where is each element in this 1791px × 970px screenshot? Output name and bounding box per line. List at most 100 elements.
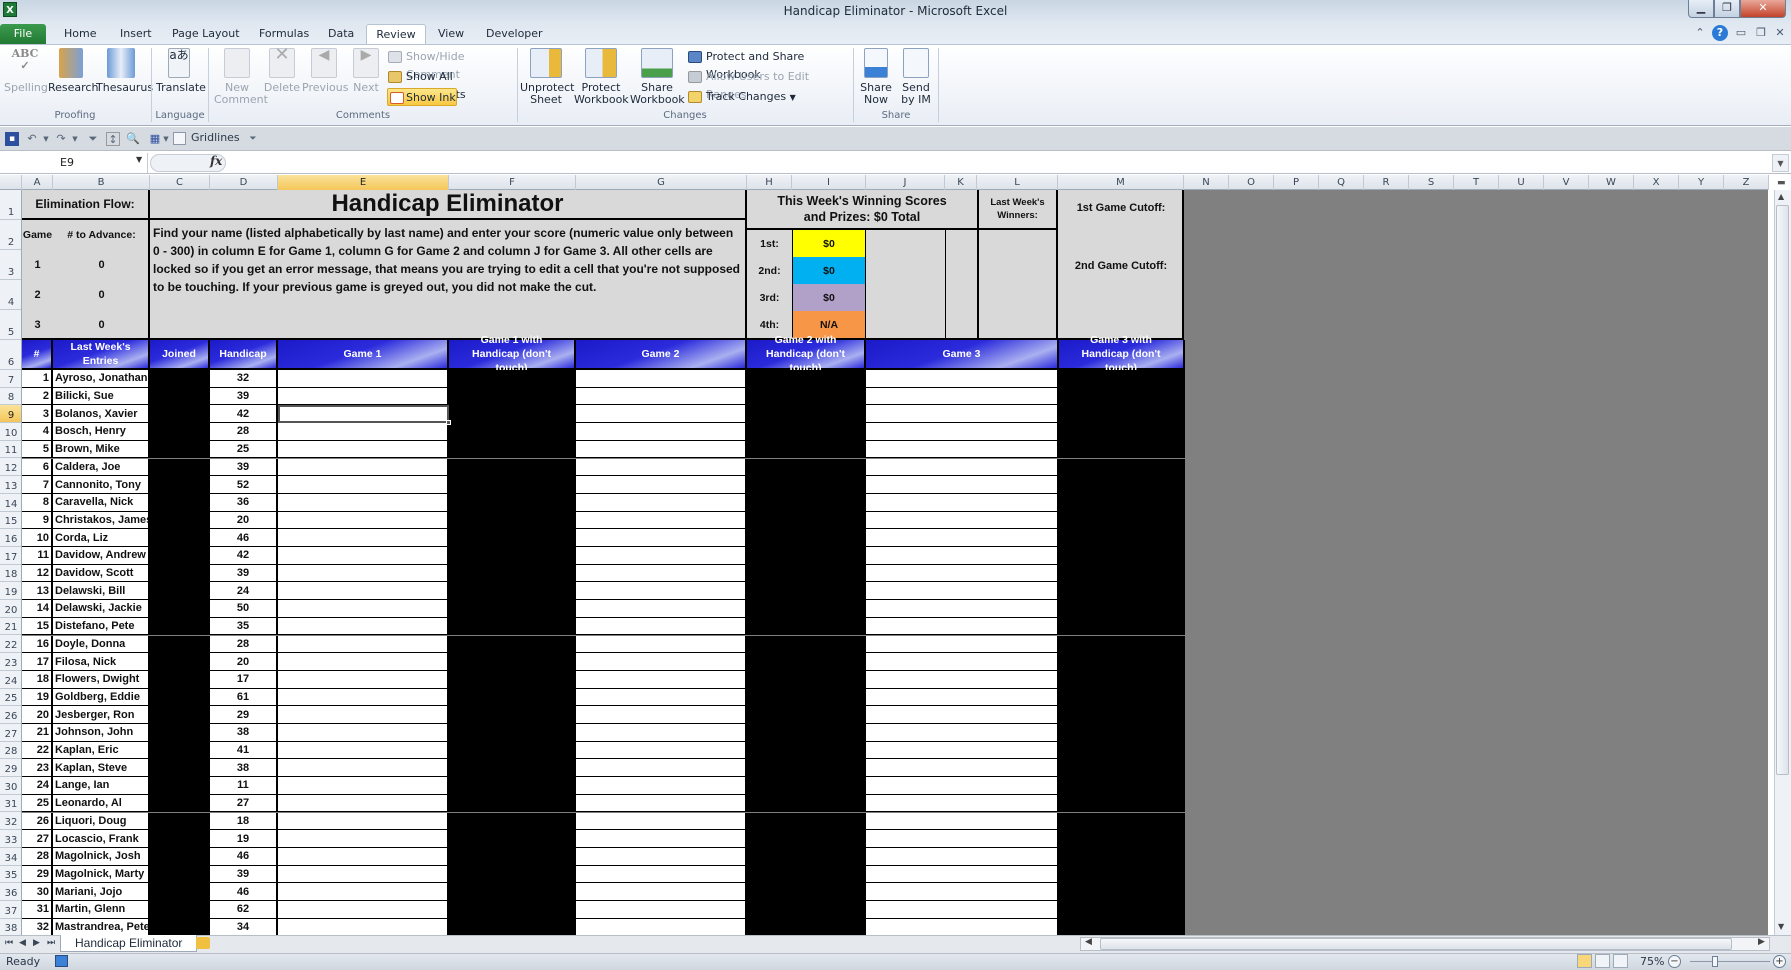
game3-input[interactable] (866, 511, 1059, 530)
row-header-16[interactable]: 16 (0, 529, 21, 547)
next-comment-button[interactable]: ▶ Next (348, 48, 384, 94)
protect-workbook-button[interactable]: Protect Workbook (574, 48, 629, 106)
game3-input[interactable] (866, 493, 1059, 512)
game3-input[interactable] (866, 670, 1059, 689)
game2-input[interactable] (576, 653, 747, 671)
insert-worksheet-icon[interactable] (196, 937, 210, 949)
selected-cell-e9[interactable] (278, 405, 449, 423)
game1-input[interactable] (278, 688, 449, 707)
row-header-20[interactable]: 20 (0, 600, 21, 618)
game3-input[interactable] (866, 759, 1059, 778)
game1-input[interactable] (278, 370, 449, 388)
tab-view[interactable]: View (430, 24, 472, 44)
share-workbook-button[interactable]: Share Workbook (630, 48, 685, 106)
scroll-left-icon[interactable]: ◀ (1085, 937, 1092, 947)
undo-icon[interactable]: ↶ (25, 132, 39, 146)
row-header-6[interactable]: 6 (0, 340, 21, 370)
game1-input[interactable] (278, 511, 449, 530)
column-header-u[interactable]: U (1499, 175, 1544, 190)
row-header-36[interactable]: 36 (0, 883, 21, 901)
insert-function-icon[interactable]: fx (210, 154, 222, 168)
delete-comment-button[interactable]: ✕ Delete (262, 46, 302, 94)
column-header-m[interactable]: M (1058, 175, 1184, 190)
game2-input[interactable] (576, 830, 747, 848)
column-header-q[interactable]: Q (1319, 175, 1364, 190)
row-header-35[interactable]: 35 (0, 866, 21, 884)
zoom-slider-thumb[interactable] (1712, 956, 1718, 967)
row-header-1[interactable]: 1 (0, 190, 21, 220)
column-header-b[interactable]: B (53, 175, 150, 190)
game3-input[interactable] (866, 741, 1059, 760)
column-header-d[interactable]: D (210, 175, 278, 190)
game3-input[interactable] (866, 529, 1059, 547)
game3-input[interactable] (866, 918, 1059, 935)
fill-handle[interactable] (446, 420, 451, 425)
zoom-in-icon[interactable]: + (1773, 955, 1786, 968)
game1-input[interactable] (278, 582, 449, 601)
game1-input[interactable] (278, 741, 449, 760)
research-button[interactable]: Research (48, 48, 98, 94)
row-header-23[interactable]: 23 (0, 653, 21, 671)
game2-input[interactable] (576, 670, 747, 689)
next-sheet-icon[interactable]: ▶ (33, 938, 40, 948)
send-by-im-button[interactable]: Send by IM (898, 48, 934, 106)
game2-input[interactable] (576, 759, 747, 778)
game3-input[interactable] (866, 476, 1059, 494)
game3-input[interactable] (866, 794, 1059, 813)
undo-dropdown-icon[interactable]: ▼ (39, 132, 53, 146)
column-header-t[interactable]: T (1454, 175, 1499, 190)
page-break-view-icon[interactable] (1613, 954, 1628, 968)
game1-input[interactable] (278, 883, 449, 901)
row-header-13[interactable]: 13 (0, 476, 21, 494)
game2-input[interactable] (576, 547, 747, 565)
column-header-h[interactable]: H (747, 175, 792, 190)
row-header-32[interactable]: 32 (0, 813, 21, 831)
game1-input[interactable] (278, 759, 449, 778)
column-header-o[interactable]: O (1229, 175, 1274, 190)
row-header-10[interactable]: 10 (0, 423, 21, 441)
minimize-icon[interactable]: ▁ (1688, 0, 1714, 18)
game1-input[interactable] (278, 724, 449, 742)
column-header-a[interactable]: A (22, 175, 53, 190)
game3-input[interactable] (866, 830, 1059, 848)
column-header-n[interactable]: N (1184, 175, 1229, 190)
row-header-3[interactable]: 3 (0, 250, 21, 280)
new-comment-button[interactable]: New Comment (214, 48, 268, 106)
zoom-level[interactable]: 75% (1640, 955, 1664, 968)
game2-input[interactable] (576, 440, 747, 459)
game3-input[interactable] (866, 883, 1059, 901)
tab-insert[interactable]: Insert (112, 24, 160, 44)
customize-qat-icon[interactable]: ⏷ (246, 132, 260, 146)
game1-input[interactable] (278, 440, 449, 459)
game3-input[interactable] (866, 423, 1059, 441)
game3-input[interactable] (866, 547, 1059, 565)
row-header-22[interactable]: 22 (0, 636, 21, 654)
minimize-ribbon-icon[interactable]: ⌃ (1694, 26, 1706, 40)
column-header-i[interactable]: I (792, 175, 866, 190)
row-header-12[interactable]: 12 (0, 459, 21, 477)
allow-users-edit-ranges-button[interactable]: Allow Users to Edit Ranges (688, 68, 848, 101)
game2-input[interactable] (576, 883, 747, 901)
game2-input[interactable] (576, 600, 747, 618)
filter-icon[interactable]: ⏷ (86, 132, 100, 146)
game2-input[interactable] (576, 635, 747, 654)
row-header-15[interactable]: 15 (0, 512, 21, 530)
game1-input[interactable] (278, 423, 449, 441)
row-header-2[interactable]: 2 (0, 220, 21, 250)
show-ink-button[interactable]: Show Ink (387, 88, 457, 106)
column-header-j[interactable]: J (866, 175, 945, 190)
row-header-4[interactable]: 4 (0, 280, 21, 310)
game3-input[interactable] (866, 370, 1059, 388)
tab-page-layout[interactable]: Page Layout (164, 24, 248, 44)
row-header-37[interactable]: 37 (0, 901, 21, 919)
show-hide-comment-button[interactable]: Show/Hide Comment (388, 48, 514, 81)
print-preview-icon[interactable]: 🔍 (126, 132, 140, 146)
row-header-5[interactable]: 5 (0, 310, 21, 340)
game1-input[interactable] (278, 670, 449, 689)
game3-input[interactable] (866, 901, 1059, 919)
row-header-26[interactable]: 26 (0, 706, 21, 724)
game2-input[interactable] (576, 511, 747, 530)
close-icon[interactable]: ✕ (1740, 0, 1786, 18)
previous-comment-button[interactable]: ◀ Previous (302, 48, 349, 94)
macro-record-icon[interactable] (55, 955, 68, 967)
